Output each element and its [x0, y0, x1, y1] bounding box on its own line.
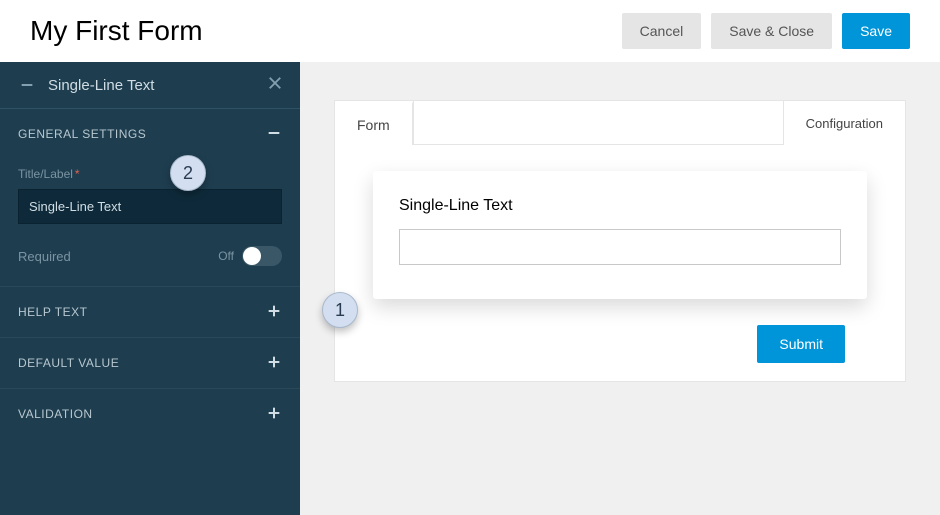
- section-heading: Help Text: [18, 305, 87, 319]
- required-label: Required: [18, 249, 71, 264]
- submit-button[interactable]: Submit: [757, 325, 845, 363]
- required-toggle[interactable]: [242, 246, 282, 266]
- top-actions: Cancel Save & Close Save: [622, 13, 910, 49]
- save-button[interactable]: Save: [842, 13, 910, 49]
- panel-tabs: Form Configuration: [335, 101, 905, 145]
- sidebar-component-title: Single-Line Text: [48, 77, 154, 94]
- section-general-settings[interactable]: General Settings: [0, 109, 300, 159]
- section-help-text[interactable]: Help Text: [0, 286, 300, 337]
- title-label-text: Title/Label: [18, 167, 73, 181]
- field-label: Single-Line Text: [399, 197, 841, 215]
- form-panel: Form Configuration Single-Line Text Subm…: [334, 100, 906, 382]
- form-canvas: Form Configuration Single-Line Text Subm…: [300, 62, 940, 515]
- toggle-knob: [243, 247, 261, 265]
- section-default-value[interactable]: Default Value: [0, 337, 300, 388]
- required-asterisk: *: [75, 167, 80, 181]
- sidebar-header: Single-Line Text: [0, 62, 300, 109]
- plus-icon: [266, 403, 282, 425]
- submit-row: Submit: [373, 325, 867, 363]
- minus-icon: [266, 123, 282, 145]
- panel-body: Single-Line Text Submit: [335, 145, 905, 381]
- top-bar: My First Form Cancel Save & Close Save: [0, 0, 940, 62]
- cancel-button[interactable]: Cancel: [622, 13, 702, 49]
- plus-icon: [266, 352, 282, 374]
- single-line-text-input[interactable]: [399, 229, 841, 265]
- title-input[interactable]: [18, 189, 282, 224]
- callout-badge-1: 1: [322, 292, 358, 328]
- save-close-button[interactable]: Save & Close: [711, 13, 832, 49]
- section-general-body: Title/Label* Required Off: [0, 159, 300, 286]
- required-state-text: Off: [218, 249, 234, 263]
- plus-icon: [266, 301, 282, 323]
- tab-spacer: [413, 101, 783, 145]
- section-validation[interactable]: Validation: [0, 388, 300, 439]
- tab-form[interactable]: Form: [335, 101, 413, 145]
- section-heading: Default Value: [18, 356, 119, 370]
- title-label: Title/Label*: [18, 167, 282, 181]
- tab-configuration[interactable]: Configuration: [783, 101, 905, 145]
- section-heading: General Settings: [18, 127, 146, 141]
- page-title: My First Form: [30, 15, 203, 47]
- collapse-icon[interactable]: [18, 76, 36, 94]
- callout-badge-2: 2: [170, 155, 206, 191]
- main-area: Single-Line Text General Settings Title/…: [0, 62, 940, 515]
- properties-sidebar: Single-Line Text General Settings Title/…: [0, 62, 300, 515]
- section-heading: Validation: [18, 407, 93, 421]
- field-card[interactable]: Single-Line Text: [373, 171, 867, 299]
- close-icon[interactable]: [266, 74, 284, 96]
- required-toggle-wrap: Off: [218, 246, 282, 266]
- required-row: Required Off: [18, 246, 282, 266]
